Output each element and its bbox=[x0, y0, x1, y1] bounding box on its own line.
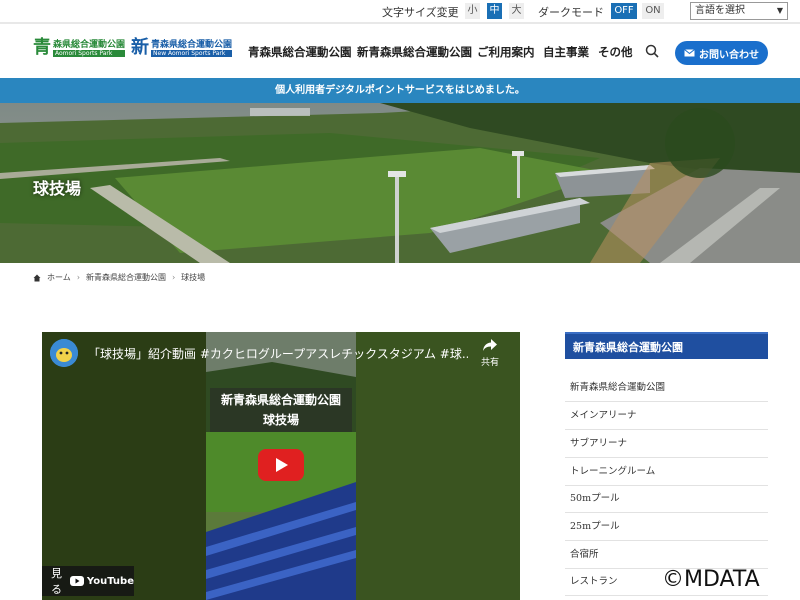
logo-new-aomori-sports-park: 新 青森県総合運動公園 New Aomori Sports Park bbox=[131, 37, 233, 58]
nav-aomori-park[interactable]: 青森県総合運動公園 bbox=[248, 44, 352, 60]
logo-aomori-sports-park: 青 森県総合運動公園 Aomori Sports Park bbox=[33, 37, 126, 58]
sidebar-item-sub-arena[interactable]: サブアリーナ bbox=[565, 430, 768, 458]
mascot-icon bbox=[50, 339, 78, 367]
nav-usage-guide[interactable]: ご利用案内 bbox=[477, 44, 535, 60]
dark-mode-on-button[interactable]: ON bbox=[642, 3, 664, 19]
breadcrumb-current: 球技場 bbox=[181, 273, 206, 282]
search-icon[interactable] bbox=[645, 44, 659, 58]
nav-new-aomori-park[interactable]: 新青森県総合運動公園 bbox=[357, 44, 472, 60]
utility-bar: 文字サイズ変更 小 中 大 ダークモード OFF ON 言語を選択 ▼ bbox=[0, 0, 800, 22]
video-overlay-title: 新青森県総合運動公園 球技場 bbox=[210, 390, 352, 430]
font-size-label: 文字サイズ変更 bbox=[382, 6, 459, 19]
site-logo[interactable]: 青 森県総合運動公園 Aomori Sports Park 新 青森県総合運動公… bbox=[33, 37, 233, 58]
sidebar-item-lodging[interactable]: 合宿所 bbox=[565, 541, 768, 569]
video-overlay-line1: 新青森県総合運動公園 bbox=[220, 393, 341, 407]
page-title: 球技場 bbox=[33, 179, 82, 198]
font-size-small-button[interactable]: 小 bbox=[465, 3, 480, 19]
sidebar-item-new-aomori-park[interactable]: 新青森県総合運動公園 bbox=[565, 374, 768, 402]
share-icon bbox=[483, 339, 497, 351]
breadcrumb: ホーム › 新青森県総合運動公園 › 球技場 bbox=[33, 272, 205, 283]
sidebar-item-25m-pool[interactable]: 25mプール bbox=[565, 513, 768, 541]
breadcrumb-new-aomori-park[interactable]: 新青森県総合運動公園 bbox=[86, 272, 166, 283]
home-icon bbox=[33, 274, 41, 281]
copyright-watermark: ©MDATA bbox=[662, 567, 760, 592]
sidebar-item-training-room[interactable]: トレーニングルーム bbox=[565, 458, 768, 486]
hero-banner: 球技場 bbox=[0, 103, 800, 263]
sidebar-item-main-arena[interactable]: メインアリーナ bbox=[565, 402, 768, 430]
channel-avatar[interactable] bbox=[50, 339, 78, 367]
language-select-value: 言語を選択 bbox=[695, 5, 745, 16]
nav-own-events[interactable]: 自主事業 bbox=[543, 44, 589, 60]
youtube-logo: YouTube bbox=[69, 575, 134, 587]
share-button[interactable]: 共有 bbox=[478, 338, 502, 368]
dark-mode-off-button[interactable]: OFF bbox=[611, 3, 637, 19]
chevron-right-icon: › bbox=[171, 273, 176, 282]
contact-button[interactable]: お問い合わせ bbox=[675, 41, 768, 65]
share-label: 共有 bbox=[480, 358, 499, 368]
play-icon bbox=[276, 458, 288, 472]
logo-english: Aomori Sports Park bbox=[53, 49, 126, 57]
video-title[interactable]: 「球技場」紹介動画 #カクヒログループアスレチックスタジアム #球... bbox=[88, 345, 468, 362]
breadcrumb-home[interactable]: ホーム bbox=[47, 272, 71, 283]
logo-kanji: 青 bbox=[33, 37, 51, 58]
play-button[interactable] bbox=[258, 449, 304, 481]
chevron-right-icon: › bbox=[76, 273, 80, 282]
stadium-aerial-image bbox=[0, 103, 800, 263]
logo-name: 青森県総合運動公園 bbox=[151, 39, 233, 50]
chevron-down-icon: ▼ bbox=[776, 6, 783, 15]
sidebar-item-50m-pool[interactable]: 50mプール bbox=[565, 485, 768, 513]
logo-kanji: 新 bbox=[131, 37, 150, 58]
nav-others[interactable]: その他 bbox=[598, 44, 633, 60]
logo-name: 森県総合運動公園 bbox=[53, 39, 126, 50]
language-select[interactable]: 言語を選択 ▼ bbox=[690, 2, 788, 20]
font-size-large-button[interactable]: 大 bbox=[509, 3, 524, 19]
youtube-icon bbox=[69, 576, 84, 586]
sidebar-heading: 新青森県総合運動公園 bbox=[565, 332, 768, 359]
watch-label: 見る bbox=[51, 567, 62, 596]
contact-label: お問い合わせ bbox=[699, 49, 759, 61]
mail-icon bbox=[684, 49, 695, 57]
video-overlay-line2: 球技場 bbox=[262, 413, 299, 427]
font-size-medium-button[interactable]: 中 bbox=[487, 3, 502, 19]
youtube-label: YouTube bbox=[86, 575, 134, 587]
site-header: 青 森県総合運動公園 Aomori Sports Park 新 青森県総合運動公… bbox=[0, 22, 800, 78]
logo-english: New Aomori Sports Park bbox=[151, 49, 233, 57]
watch-on-youtube-button[interactable]: 見る YouTube bbox=[42, 566, 134, 596]
announcement-banner[interactable]: 個人利用者デジタルポイントサービスをはじめました。 bbox=[0, 78, 800, 103]
dark-mode-label: ダークモード bbox=[538, 6, 604, 19]
